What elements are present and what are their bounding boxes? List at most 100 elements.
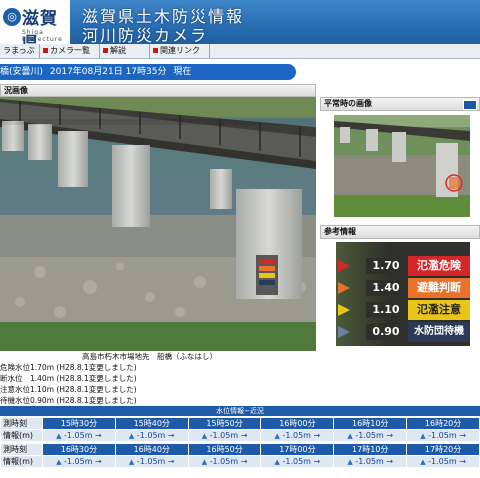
time-cell: 16時30分 [42, 443, 116, 456]
trend-arrow-icon: → [459, 457, 466, 466]
gauge-row-evacuation: 1.40 避難判断 [338, 278, 470, 298]
value-cell: ▲ -1.05m → [187, 455, 262, 468]
trend-arrow-icon: → [95, 457, 102, 466]
water-level-icon: ▲ [274, 458, 280, 466]
value-cell: ▲ -1.05m → [406, 455, 480, 468]
water-level-icon: ▲ [420, 432, 426, 440]
location-caption: 高島市朽木市場地先 船橋（ふなはし） [82, 352, 217, 361]
gauge-label: 水防団待機 [408, 322, 470, 342]
camera-icon [463, 100, 477, 110]
gauge-value: 1.70 [366, 258, 406, 274]
water-level-icon: ▲ [347, 458, 353, 466]
level-note-evacuation: 断水位 1.40m (H28.8.1変更しました) [0, 374, 137, 383]
value-cell: ▲ -1.05m → [114, 455, 189, 468]
shiga-emblem-icon: ◎ [3, 8, 21, 26]
camera-datetime: 2017年08月21日 17時35分 [49, 67, 167, 77]
trend-arrow-icon: → [167, 431, 175, 440]
row-label-time: 測時刻 [0, 443, 43, 456]
value-cell: ▲ -1.05m → [187, 429, 262, 442]
level-note-standby: 待機水位0.90m (H28.8.1変更しました) [0, 396, 137, 405]
water-level-icon: ▲ [128, 458, 135, 466]
water-level-icon: ▲ [274, 432, 280, 440]
table-row: 測時刻 15時30分 15時40分 15時50分 16時00分 16時10分 1… [0, 417, 480, 430]
live-camera-image[interactable] [0, 97, 316, 351]
gauge-arrow-icon [338, 304, 350, 316]
trend-arrow-icon: → [386, 431, 394, 440]
gauge-row-caution: 1.10 氾濫注意 [338, 300, 470, 320]
time-cell: 16時50分 [187, 443, 262, 456]
row-label-info: 情報(m) [0, 455, 43, 468]
table-row: 測時刻 16時30分 16時40分 16時50分 17時00分 17時10分 1… [0, 443, 480, 456]
gauge-value: 0.90 [366, 324, 406, 340]
water-level-table-title: 水位情報−近況 [0, 406, 480, 416]
normal-time-image[interactable] [334, 115, 470, 217]
level-note-danger: 危険水位1.70m (H28.8.1変更しました) [0, 363, 137, 372]
water-level-icon: ▲ [56, 458, 62, 466]
water-level-icon: ▲ [56, 432, 62, 440]
nav-item-camera-list[interactable]: カメラ一覧 [40, 44, 100, 58]
row-label-time: 測時刻 [0, 417, 43, 430]
nav-item-links[interactable]: 関連リンク [150, 44, 210, 58]
gauge-label: 避難判断 [408, 278, 470, 298]
trend-arrow-icon: → [240, 431, 248, 440]
value-cell: ▲ -1.05m → [42, 429, 116, 442]
gauge-arrow-icon [338, 326, 350, 338]
gauge-row-danger: 1.70 氾濫危険 [338, 256, 470, 276]
water-level-table-2: 測時刻 16時30分 16時40分 16時50分 17時00分 17時10分 1… [0, 443, 480, 468]
logo[interactable]: ◎ 滋賀県 Shiga Prefecture [0, 0, 70, 54]
gauge-label: 氾濫注意 [408, 300, 470, 320]
water-level-icon: ▲ [420, 458, 426, 466]
camera-datetime-bar: 橋(安曇川) 2017年08月21日 17時35分 現在 [0, 64, 296, 80]
water-level-gauge-image: 1.70 氾濫危険 1.40 避難判断 1.10 氾濫注意 0.90 水防団待機 [336, 242, 470, 346]
trend-arrow-icon: → [95, 431, 102, 440]
nav-bullet-icon [153, 48, 158, 53]
time-cell: 17時20分 [406, 443, 480, 456]
nav-bullet-icon [103, 48, 108, 53]
gauge-label: 氾濫危険 [408, 256, 470, 276]
trend-arrow-icon: → [313, 431, 321, 440]
value-cell: ▲ -1.05m → [260, 455, 335, 468]
value-cell: ▲ -1.05m → [333, 429, 408, 442]
time-cell: 15時50分 [187, 417, 262, 430]
camera-name: 橋(安曇川) [0, 67, 44, 77]
time-cell: 17時00分 [260, 443, 335, 456]
time-cell: 16時10分 [333, 417, 408, 430]
time-cell: 16時20分 [406, 417, 480, 430]
water-level-icon: ▲ [128, 432, 135, 440]
trend-arrow-icon: → [313, 457, 321, 466]
site-subtitle: 河川防災カメラ [82, 26, 209, 45]
time-cell: 16時40分 [114, 443, 189, 456]
nav-bullet-icon [43, 48, 48, 53]
value-cell: ▲ -1.05m → [260, 429, 335, 442]
logo-subtext: Shiga Prefecture [22, 29, 63, 43]
table-row: 情報(m) ▲ -1.05m → ▲ -1.05m → ▲ -1.05m → ▲… [0, 455, 480, 468]
table-row: 情報(m) ▲ -1.05m → ▲ -1.05m → ▲ -1.05m → ▲… [0, 429, 480, 442]
nav-item-map[interactable]: ラまっぷ [0, 44, 40, 58]
time-cell: 17時10分 [333, 443, 408, 456]
live-image-header: 況画像 [0, 84, 316, 97]
nav-item-explanation[interactable]: 解説 [100, 44, 150, 58]
normal-image-header: 平常時の画像 [320, 97, 480, 111]
value-cell: ▲ -1.05m → [333, 455, 408, 468]
reference-info-header: 参考情報 [320, 225, 480, 239]
time-cell: 15時40分 [114, 417, 189, 430]
water-level-icon: ▲ [201, 458, 208, 466]
value-cell: ▲ -1.05m → [42, 455, 116, 468]
gauge-row-standby: 0.90 水防団待機 [338, 322, 470, 342]
gauge-arrow-icon [338, 282, 350, 294]
camera-status: 現在 [173, 67, 192, 77]
gauge-arrow-icon [338, 260, 350, 272]
main-nav: ラまっぷ カメラ一覧 解説 関連リンク [0, 44, 480, 59]
trend-arrow-icon: → [240, 457, 248, 466]
water-level-table-1: 測時刻 15時30分 15時40分 15時50分 16時00分 16時10分 1… [0, 417, 480, 442]
time-cell: 15時30分 [42, 417, 116, 430]
row-label-info: 情報(m) [0, 429, 43, 442]
time-cell: 16時00分 [260, 417, 335, 430]
trend-arrow-icon: → [386, 457, 394, 466]
gauge-value: 1.10 [366, 302, 406, 318]
value-cell: ▲ -1.05m → [114, 429, 189, 442]
gauge-value: 1.40 [366, 280, 406, 296]
level-note-caution: 注意水位1.10m (H28.8.1変更しました) [0, 385, 137, 394]
trend-arrow-icon: → [167, 457, 175, 466]
water-level-icon: ▲ [201, 432, 208, 440]
